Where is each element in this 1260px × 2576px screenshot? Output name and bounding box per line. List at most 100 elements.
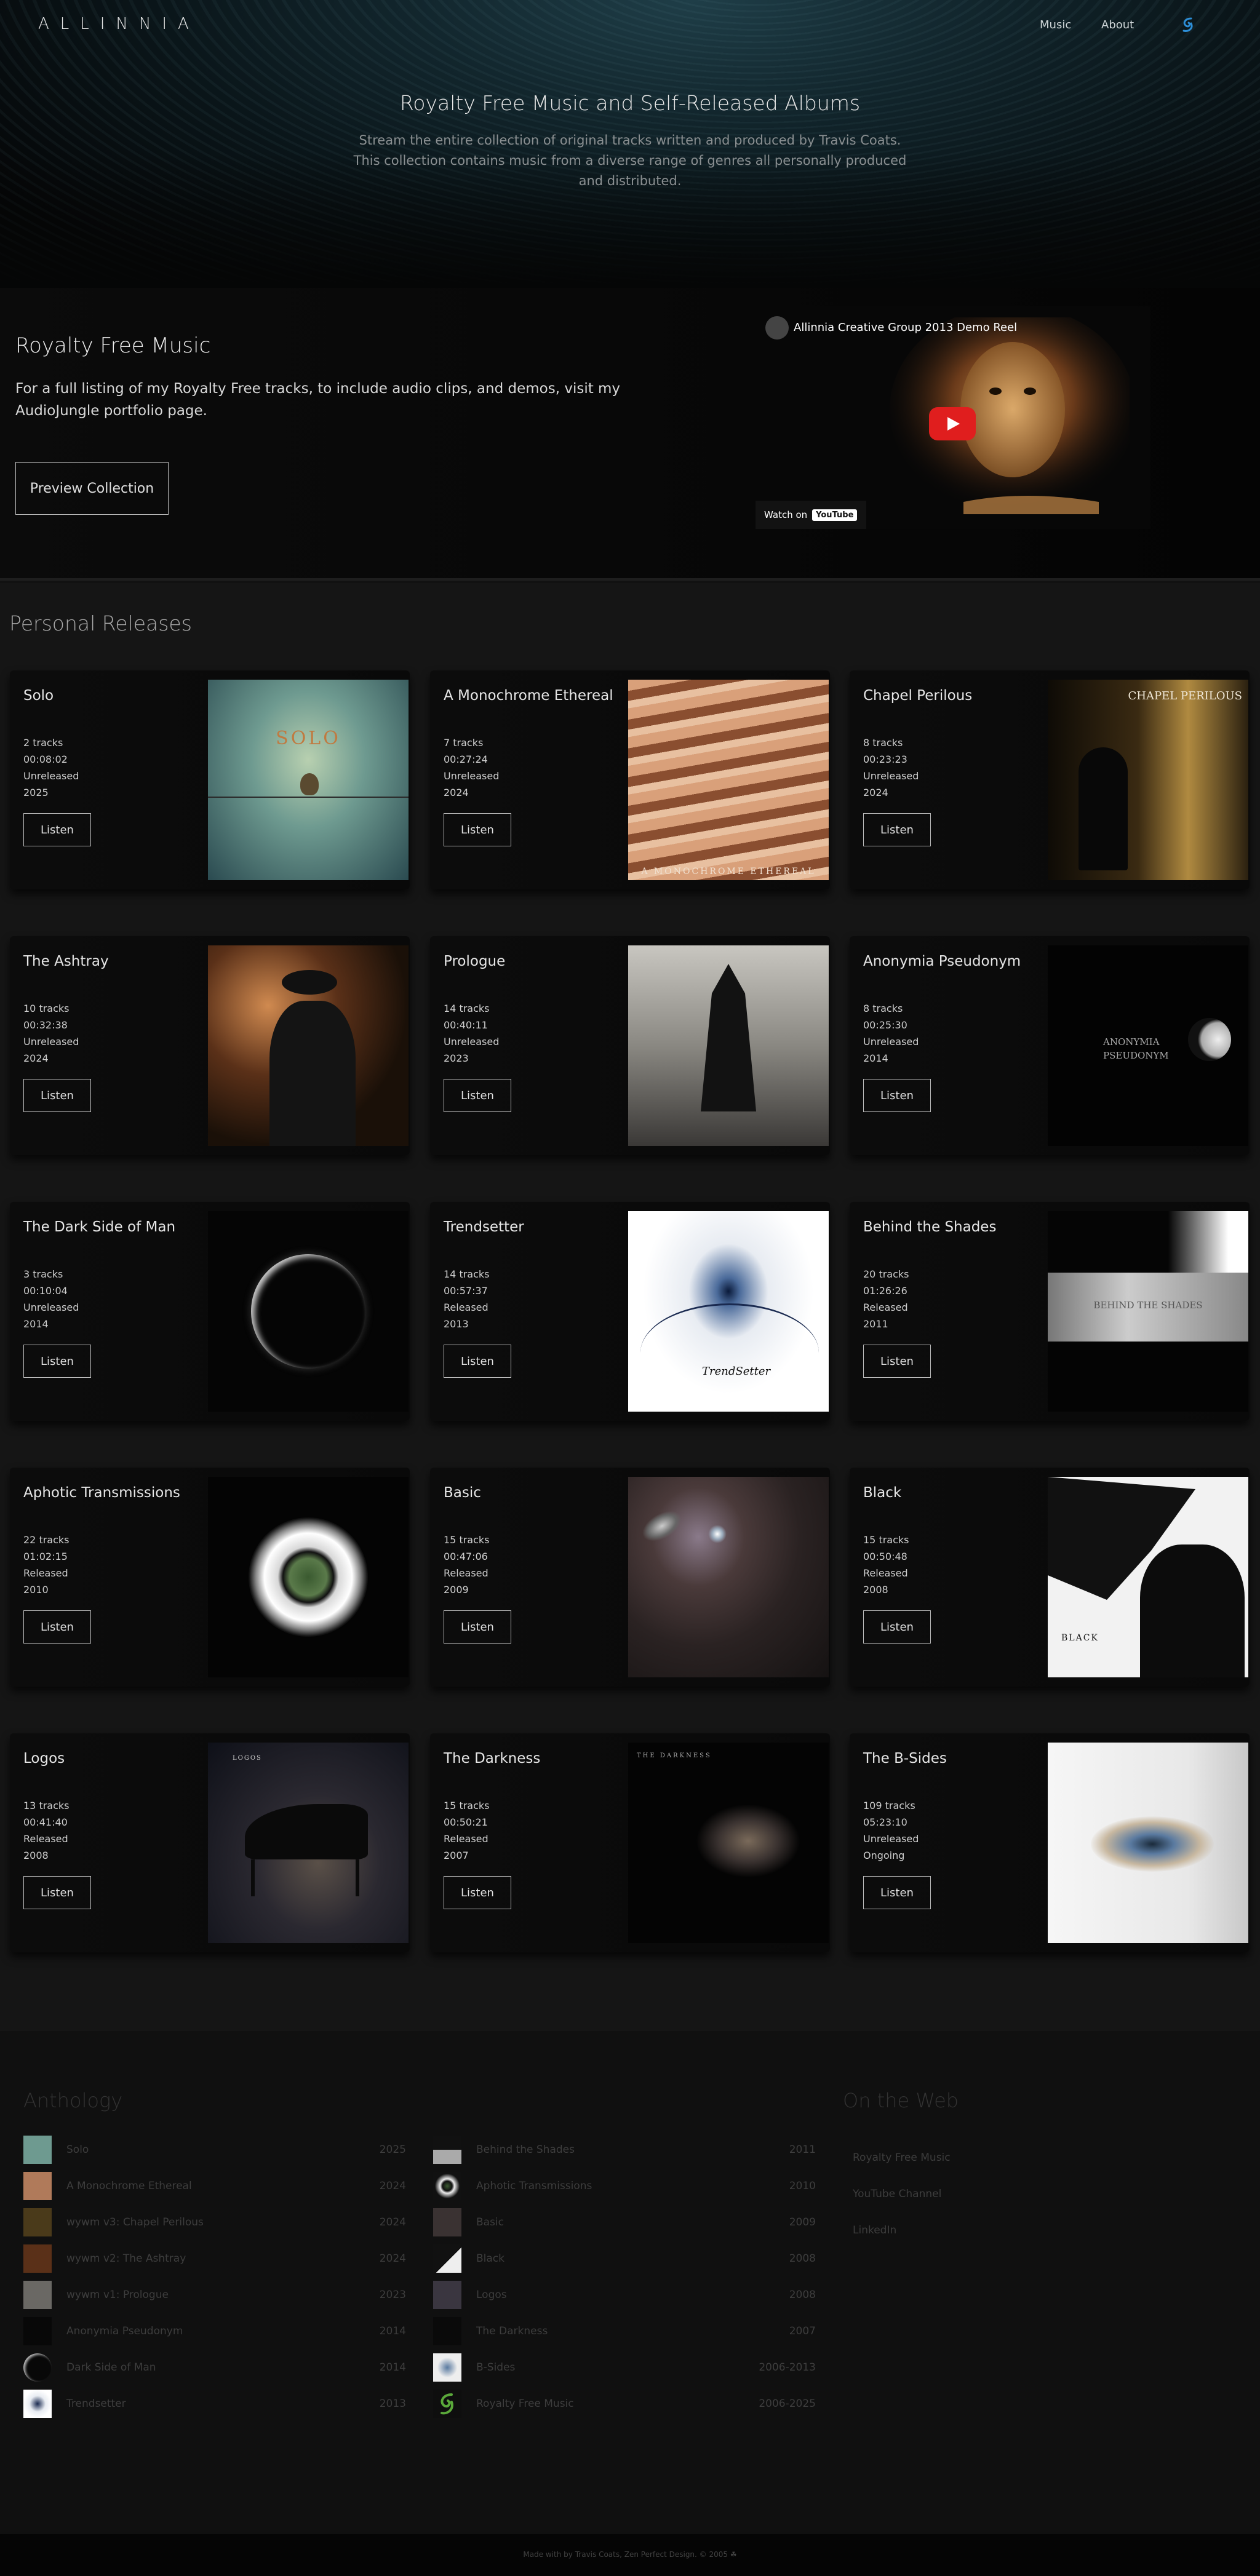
- album-cover[interactable]: THE DARKNESS: [628, 1743, 829, 1943]
- anthology-item[interactable]: Black 2008: [433, 2244, 816, 2273]
- album-thumb: [23, 2317, 52, 2345]
- album-title: The Dark Side of Man: [23, 1219, 176, 1235]
- anthology-item[interactable]: Anonymia Pseudonym 2014: [23, 2317, 406, 2345]
- album-cover[interactable]: [208, 1477, 409, 1677]
- listen-button[interactable]: Listen: [23, 813, 91, 846]
- album-thumb: [433, 2244, 461, 2273]
- watch-on-youtube[interactable]: Watch on YouTube: [756, 501, 866, 529]
- anthology-item[interactable]: wywm v3: Chapel Perilous 2024: [23, 2208, 406, 2236]
- album-card: Prologue 14 tracks 00:40:11 Unreleased 2…: [430, 936, 830, 1155]
- anthology-item-name: Logos: [476, 2289, 507, 2301]
- nav-link-about[interactable]: About: [1101, 18, 1134, 31]
- video-title[interactable]: Allinnia Creative Group 2013 Demo Reel: [794, 321, 1017, 334]
- listen-button[interactable]: Listen: [863, 1079, 931, 1112]
- play-icon[interactable]: [929, 407, 976, 440]
- eclipse-ring-icon: [251, 1254, 365, 1369]
- anthology-item[interactable]: Trendsetter 2013: [23, 2390, 406, 2418]
- listen-button[interactable]: Listen: [23, 1079, 91, 1112]
- album-thumb: [433, 2136, 461, 2164]
- listen-button[interactable]: Listen: [444, 813, 511, 846]
- site-logo[interactable]: ALLINNIA: [38, 15, 200, 33]
- album-meta: 15 tracks 00:47:06 Released 2009: [444, 1532, 490, 1598]
- album-year: 2013: [444, 1318, 469, 1330]
- hero-title: Royalty Free Music and Self-Released Alb…: [399, 91, 861, 115]
- album-cover[interactable]: TrendSetter: [628, 1211, 829, 1412]
- channel-avatar[interactable]: [765, 316, 789, 340]
- album-cover[interactable]: ANONYMIA PSEUDONYM: [1048, 945, 1248, 1146]
- anthology-item-year: 2006-2025: [759, 2398, 816, 2410]
- anthology-item[interactable]: Logos 2008: [433, 2281, 816, 2309]
- album-card: Aphotic Transmissions 22 tracks 01:02:15…: [10, 1468, 410, 1687]
- album-cover[interactable]: [1048, 1743, 1248, 1943]
- listen-button[interactable]: Listen: [23, 1345, 91, 1378]
- album-title: The B-Sides: [863, 1751, 947, 1767]
- top-band: [1048, 1211, 1248, 1273]
- anthology-item-name: A Monochrome Ethereal: [66, 2180, 192, 2192]
- web-link-linkedin[interactable]: LinkedIn: [853, 2224, 896, 2236]
- album-meta: 8 tracks 00:23:23 Unreleased 2024: [863, 734, 919, 801]
- anthology-item-year: 2008: [789, 2252, 816, 2265]
- album-cover[interactable]: [208, 945, 409, 1146]
- listen-button[interactable]: Listen: [23, 1876, 91, 1909]
- album-cover[interactable]: BEHIND THE SHADES: [1048, 1211, 1248, 1412]
- listen-button[interactable]: Listen: [863, 1876, 931, 1909]
- album-cover[interactable]: [628, 1477, 829, 1677]
- album-track-count: 8 tracks: [863, 737, 903, 749]
- anthology-item-name: wywm v1: Prologue: [66, 2289, 169, 2301]
- anthology-item[interactable]: Royalty Free Music 2006-2025: [433, 2390, 816, 2418]
- anthology-item[interactable]: Aphotic Transmissions 2010: [433, 2172, 816, 2200]
- listen-button[interactable]: Listen: [444, 1876, 511, 1909]
- anthology-item[interactable]: wywm v1: Prologue 2023: [23, 2281, 406, 2309]
- preview-collection-button[interactable]: Preview Collection: [15, 462, 169, 515]
- anthology-item[interactable]: Dark Side of Man 2014: [23, 2353, 406, 2382]
- album-duration: 01:26:26: [863, 1285, 907, 1297]
- anthology-item-name: B-Sides: [476, 2361, 516, 2374]
- eye-icon: [249, 1517, 368, 1637]
- album-title: Anonymia Pseudonym: [863, 953, 1021, 969]
- web-link-royalty-free[interactable]: Royalty Free Music: [853, 2152, 951, 2164]
- album-track-count: 109 tracks: [863, 1800, 915, 1811]
- album-thumb: [23, 2208, 52, 2236]
- listen-button[interactable]: Listen: [444, 1610, 511, 1644]
- anthology-item[interactable]: Solo 2025: [23, 2136, 406, 2164]
- anthology-item[interactable]: wywm v2: The Ashtray 2024: [23, 2244, 406, 2273]
- album-cover[interactable]: LOGOS: [208, 1743, 409, 1943]
- web-link-youtube[interactable]: YouTube Channel: [853, 2188, 941, 2200]
- album-year: 2025: [23, 787, 49, 798]
- on-the-web-title: On the Web: [843, 2089, 959, 2112]
- youtube-video-embed[interactable]: Allinnia Creative Group 2013 Demo Reel W…: [756, 306, 1150, 529]
- listen-button[interactable]: Listen: [863, 1610, 931, 1644]
- anthology-item[interactable]: B-Sides 2006-2013: [433, 2353, 816, 2382]
- album-year: 2010: [23, 1584, 49, 1596]
- album-duration: 00:25:30: [863, 1019, 907, 1031]
- anthology-item[interactable]: A Monochrome Ethereal 2024: [23, 2172, 406, 2200]
- album-meta: 15 tracks 00:50:48 Released 2008: [863, 1532, 909, 1598]
- album-track-count: 22 tracks: [23, 1534, 70, 1546]
- bird-illustration: [300, 773, 319, 795]
- album-cover[interactable]: [628, 945, 829, 1146]
- listen-button[interactable]: Listen: [444, 1079, 511, 1112]
- album-year: 2024: [863, 787, 888, 798]
- anthology-title: Anthology: [23, 2089, 123, 2112]
- album-thumb: [433, 2172, 461, 2200]
- listen-button[interactable]: Listen: [863, 1345, 931, 1378]
- album-cover[interactable]: A MONOCHROME ETHEREAL: [628, 680, 829, 880]
- album-cover[interactable]: SOLO: [208, 680, 409, 880]
- anthology-item[interactable]: The Darkness 2007: [433, 2317, 816, 2345]
- nav-link-music[interactable]: Music: [1040, 18, 1071, 31]
- listen-button[interactable]: Listen: [444, 1345, 511, 1378]
- anthology-item[interactable]: Basic 2009: [433, 2208, 816, 2236]
- listen-button[interactable]: Listen: [863, 813, 931, 846]
- royalty-free-section: Royalty Free Music For a full listing of…: [0, 288, 1260, 581]
- swirl-logo-icon[interactable]: [1178, 15, 1197, 34]
- album-track-count: 14 tracks: [444, 1268, 490, 1280]
- anthology-item[interactable]: Behind the Shades 2011: [433, 2136, 816, 2164]
- album-thumb: [433, 2317, 461, 2345]
- listen-button[interactable]: Listen: [23, 1610, 91, 1644]
- album-status: Released: [23, 1833, 68, 1845]
- album-cover[interactable]: BLACK: [1048, 1477, 1248, 1677]
- wire-line: [208, 797, 409, 798]
- album-cover[interactable]: [208, 1211, 409, 1412]
- album-cover[interactable]: CHAPEL PERILOUS: [1048, 680, 1248, 880]
- album-duration: 00:32:38: [23, 1019, 68, 1031]
